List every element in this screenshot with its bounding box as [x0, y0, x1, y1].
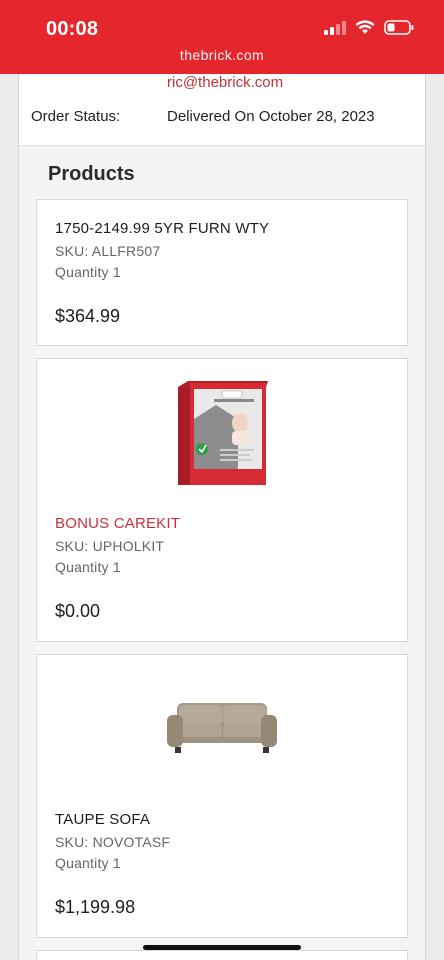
product-price: $364.99	[55, 306, 121, 326]
product-card-carekit: BONUS CAREKIT SKU: UPHOLKIT Quantity 1 $…	[36, 358, 408, 642]
carekit-box-image[interactable]	[176, 379, 268, 487]
order-page: ric@thebrick.com Order Status: Delivered…	[18, 74, 426, 960]
customer-email-link[interactable]: ric@thebrick.com	[167, 74, 283, 91]
product-sku: SKU: UPHOLKIT	[55, 538, 165, 554]
product-price: $1,199.98	[55, 897, 136, 917]
order-status-value: Delivered On October 28, 2023	[167, 108, 375, 125]
taupe-sofa-image[interactable]	[165, 697, 279, 759]
products-heading: Products	[48, 163, 135, 185]
product-card-warranty: 1750-2149.99 5YR FURN WTY SKU: ALLFR507 …	[36, 199, 408, 346]
product-quantity: Quantity 1	[55, 855, 121, 871]
order-details: ric@thebrick.com Order Status: Delivered…	[19, 74, 425, 146]
system-icons	[324, 20, 414, 35]
product-sku: SKU: NOVOTASF	[55, 834, 171, 850]
status-bar: 00:08 thebrick.com	[0, 0, 444, 74]
product-quantity: Quantity 1	[55, 559, 121, 575]
product-quantity: Quantity 1	[55, 264, 121, 280]
product-price: $0.00	[55, 601, 101, 621]
product-sku: SKU: ALLFR507	[55, 243, 161, 259]
product-card-sofa: TAUPE SOFA SKU: NOVOTASF Quantity 1 $1,1…	[36, 654, 408, 938]
battery-icon	[384, 20, 414, 35]
clock: 00:08	[46, 18, 99, 40]
product-card-next	[36, 950, 408, 960]
product-name: 1750-2149.99 5YR FURN WTY	[55, 220, 270, 237]
signal-icon	[324, 20, 346, 35]
wifi-icon	[355, 20, 375, 34]
product-name-link[interactable]: BONUS CAREKIT	[55, 515, 180, 532]
home-indicator[interactable]	[143, 945, 301, 950]
product-name: TAUPE SOFA	[55, 811, 151, 828]
order-status-label: Order Status:	[31, 108, 121, 125]
browser-url[interactable]: thebrick.com	[0, 47, 444, 63]
